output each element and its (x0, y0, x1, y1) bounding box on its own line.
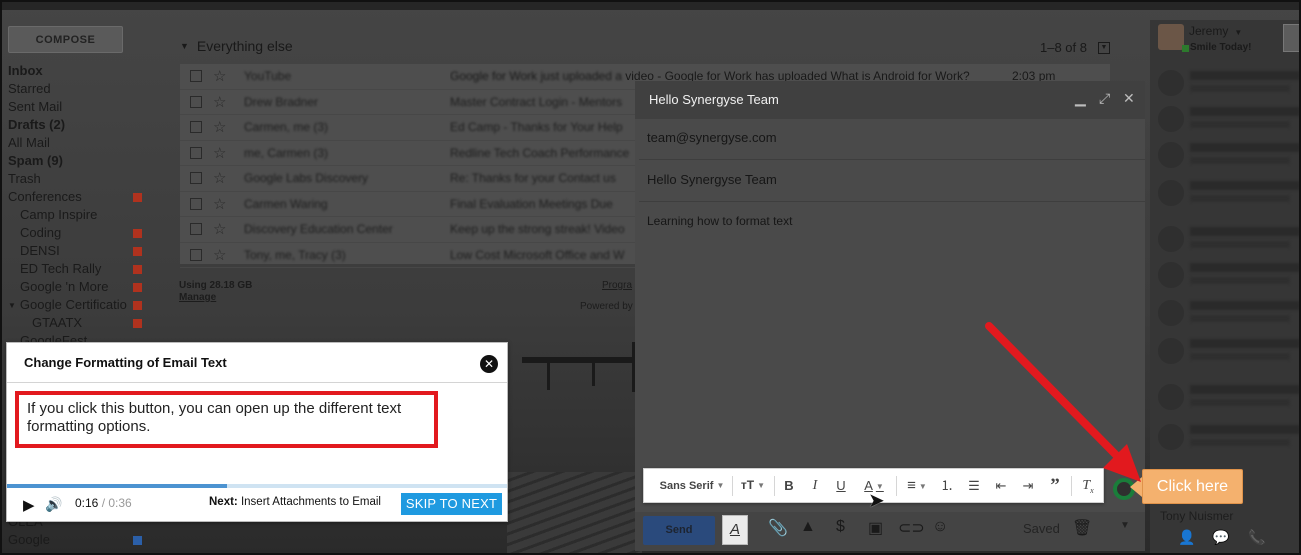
tutorial-title: Change Formatting of Email Text (24, 355, 227, 370)
next-prefix: Next: (209, 496, 238, 508)
tutorial-popup: Change Formatting of Email Text ✕ If you… (6, 342, 508, 522)
skip-to-next-button[interactable]: SKIP TO NEXT (401, 493, 502, 515)
time-current: 0:16 (75, 496, 99, 510)
time-display: 0:16 / 0:36 (75, 496, 132, 510)
screen-frame: COMPOSE Inbox Starred Sent Mail Drafts (… (0, 0, 1301, 555)
volume-icon[interactable]: 🔊 (45, 496, 62, 513)
progress-fill (7, 484, 227, 488)
next-lesson: Next: Insert Attachments to Email (209, 496, 381, 508)
tutorial-text: If you click this button, you can open u… (27, 400, 402, 435)
tutorial-header: Change Formatting of Email Text ✕ (7, 343, 507, 383)
play-icon[interactable]: ▶ (23, 496, 35, 514)
time-separator: / (98, 496, 109, 510)
progress-bar[interactable] (7, 484, 507, 488)
close-icon[interactable]: ✕ (480, 355, 498, 373)
time-total: 0:36 (108, 496, 132, 510)
highlight-box: If you click this button, you can open u… (15, 391, 438, 448)
arrow-shaft (985, 322, 1124, 463)
next-title: Insert Attachments to Email (240, 496, 381, 508)
